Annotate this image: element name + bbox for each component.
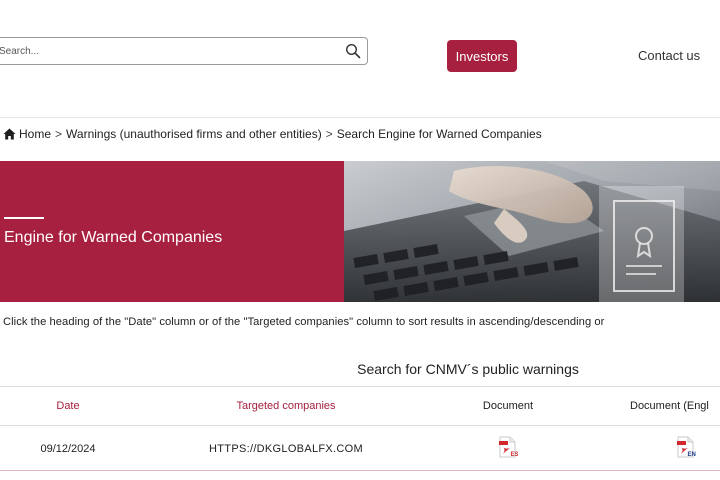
investors-button[interactable]: Investors	[447, 40, 517, 72]
search-box	[0, 37, 368, 65]
breadcrumb: Home > Warnings (unauthorised firms and …	[3, 127, 542, 141]
breadcrumb-separator: >	[325, 127, 333, 141]
column-header-document-english: Document (Engl	[630, 400, 709, 412]
table-divider	[0, 425, 720, 426]
breadcrumb-current: Search Engine for Warned Companies	[336, 127, 542, 141]
sort-instructions: Click the heading of the "Date" column o…	[3, 316, 605, 328]
home-icon	[3, 128, 16, 140]
search-icon[interactable]	[345, 43, 361, 59]
table-title: Search for CNMV´s public warnings	[357, 361, 579, 377]
breadcrumb-separator: >	[55, 127, 63, 141]
banner-panel: Engine for Warned Companies	[0, 161, 344, 302]
page-title: Engine for Warned Companies	[4, 229, 223, 246]
column-header-date[interactable]: Date	[0, 400, 136, 412]
table-divider	[0, 470, 720, 471]
svg-text:EN: EN	[688, 452, 696, 458]
column-header-document: Document	[482, 400, 534, 412]
pdf-en-icon[interactable]: EN	[676, 436, 696, 458]
cell-date: 09/12/2024	[40, 443, 96, 455]
cell-company: HTTPS://DKGLOBALFX.COM	[209, 443, 363, 455]
header-divider	[0, 117, 720, 118]
table-divider	[0, 386, 720, 387]
banner-laptop-image	[344, 161, 720, 302]
column-header-targeted-companies[interactable]: Targeted companies	[136, 400, 436, 412]
pdf-es-icon[interactable]: ES	[498, 436, 518, 458]
search-input[interactable]	[0, 38, 329, 64]
page-banner: Engine for Warned Companies	[0, 161, 720, 302]
breadcrumb-home[interactable]: Home	[19, 127, 51, 141]
breadcrumb-warnings[interactable]: Warnings (unauthorised firms and other e…	[66, 127, 322, 141]
contact-us-link[interactable]: Contact us	[638, 48, 700, 63]
banner-accent-line	[4, 217, 44, 219]
svg-text:ES: ES	[511, 452, 519, 458]
